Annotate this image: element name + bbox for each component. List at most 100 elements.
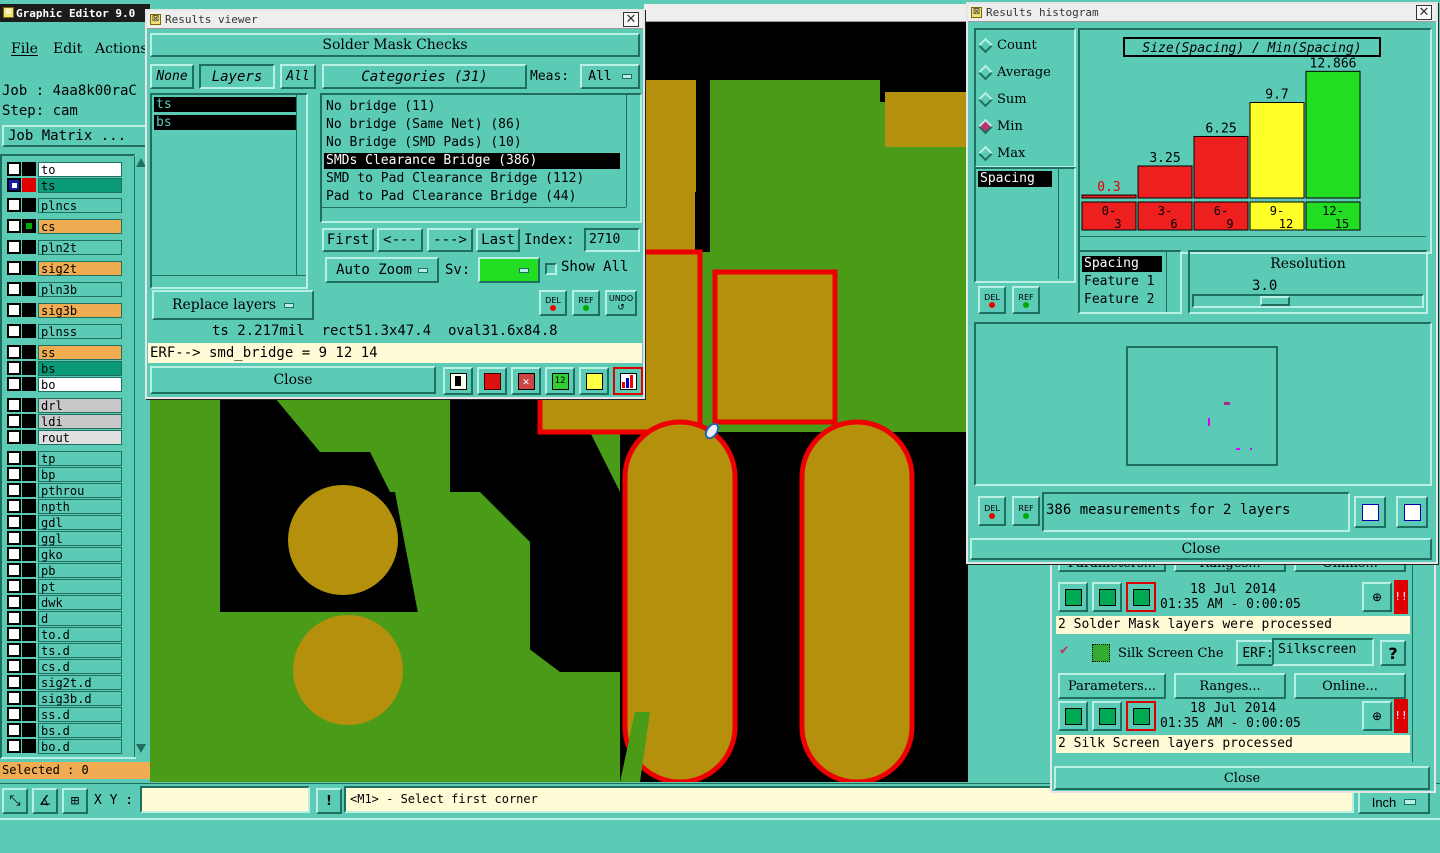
snapshot-button[interactable] [477,367,507,395]
run-action-button-2[interactable] [1092,582,1122,612]
measure-item[interactable]: Spacing [978,171,1052,187]
category-item[interactable]: SMDs Clearance Bridge (386) [324,153,620,169]
hist-ref-button[interactable]: REF [1012,286,1040,314]
layer-affected-box[interactable] [22,451,36,465]
mode-radio-average[interactable]: Average [977,63,1072,81]
alert-button[interactable]: ! [316,788,342,814]
all-button[interactable]: All [280,64,316,89]
preview-ref-button[interactable]: REF [1012,496,1040,526]
resolution-slider[interactable] [1192,294,1424,308]
layer-affected-box[interactable] [22,675,36,689]
layer-checkbox[interactable] [7,162,21,176]
layer-affected-box[interactable] [22,627,36,641]
layer-affected-box[interactable] [22,467,36,481]
histogram-bar[interactable] [1249,101,1305,199]
mode-radio-max[interactable]: Max [977,144,1072,162]
histogram-button[interactable] [613,367,643,395]
layer-affected-box[interactable] [22,563,36,577]
layers-tab[interactable]: Layers [199,64,275,89]
layer-affected-box[interactable] [22,643,36,657]
layer-row[interactable]: bo.d [6,739,122,754]
layer-checkbox[interactable] [7,483,21,497]
report-button[interactable]: 12 [545,367,575,395]
layer-checkbox[interactable] [7,451,21,465]
layer-row[interactable]: ts [6,178,122,193]
histogram-close-button[interactable]: Close [970,538,1432,560]
layer-affected-box[interactable] [22,739,36,753]
mode-radio-sum[interactable]: Sum [977,90,1072,108]
group-item[interactable]: Feature 2 [1082,292,1162,308]
layer-checkbox[interactable] [7,178,21,192]
show-all-checkbox[interactable] [545,263,557,275]
import-button[interactable] [1396,496,1428,528]
layer-affected-box[interactable] [22,430,36,444]
xy-input[interactable] [140,786,310,813]
mode-radio-count[interactable]: Count [977,36,1072,54]
layer-checkbox[interactable] [7,198,21,212]
undo-button[interactable]: UNDO ↺ [605,290,637,316]
exclude-button[interactable]: ✕ [511,367,541,395]
run-action-button[interactable] [1058,582,1088,612]
meas-select[interactable]: All [580,64,640,89]
layer-row[interactable]: to [6,162,122,177]
layer-affected-box[interactable] [22,219,36,233]
layer-row[interactable]: tp [6,451,122,466]
histogram-bar[interactable] [1137,165,1193,199]
layer-affected-box[interactable] [22,723,36,737]
layer-list-vscroll[interactable] [296,95,306,275]
categories-button[interactable]: Categories (31) [322,64,527,89]
layer-row[interactable]: bs.d [6,723,122,738]
layer-row[interactable]: sig3b [6,303,122,318]
preview-del-button[interactable]: DEL [978,496,1006,526]
layer-checkbox[interactable] [7,723,21,737]
layer-row[interactable]: plncs [6,198,122,213]
units-select[interactable]: Inch [1358,790,1430,814]
layer-checkbox[interactable] [7,414,21,428]
measure-button[interactable]: ∡ [32,788,58,814]
ranges-button[interactable]: Ranges... [1174,673,1286,699]
layer-affected-box[interactable] [22,282,36,296]
layer-row[interactable]: sig3b.d [6,691,122,706]
show-feature-button[interactable] [443,367,473,395]
menu-edit[interactable]: Edit [53,41,82,57]
slider-thumb[interactable] [1260,296,1290,306]
layer-checkbox[interactable] [7,659,21,673]
run-action-button-6[interactable] [1126,701,1156,731]
layer-affected-box[interactable] [22,515,36,529]
layer-list-hscroll[interactable] [152,275,306,287]
hist-del-button[interactable]: DEL [978,286,1006,314]
silk-check-checkbox[interactable]: ✔ [1060,643,1074,658]
erf-select[interactable]: Silkscreen [1272,638,1374,666]
first-button[interactable]: First [322,228,374,252]
category-item[interactable]: SMD to Pad Clearance Bridge (112) [324,171,620,187]
snap-grid-button[interactable]: ⊞ [62,788,88,814]
layer-affected-box[interactable] [22,611,36,625]
layer-affected-box[interactable] [22,324,36,338]
index-input[interactable]: 2710 [584,228,640,252]
layer-row[interactable]: pln2t [6,240,122,255]
layer-affected-box[interactable] [22,178,36,192]
export-button[interactable] [1354,496,1386,528]
layer-checkbox[interactable] [7,595,21,609]
measure-list-scrollbar[interactable] [1058,169,1072,279]
layer-affected-box[interactable] [22,361,36,375]
layer-checkbox[interactable] [7,579,21,593]
scroll-down-icon[interactable] [136,744,146,753]
job-matrix-button[interactable]: Job Matrix ... [2,125,148,147]
layer-affected-box[interactable] [22,261,36,275]
layer-affected-box[interactable] [22,398,36,412]
mode-radio-min[interactable]: Min [977,117,1072,135]
layer-affected-box[interactable] [22,483,36,497]
layer-affected-box[interactable] [22,579,36,593]
layer-checkbox[interactable] [7,531,21,545]
layer-row[interactable]: gko [6,547,122,562]
layer-affected-box[interactable] [22,303,36,317]
run-action-button-5[interactable] [1092,701,1122,731]
layer-affected-box[interactable] [22,345,36,359]
layer-checkbox[interactable] [7,324,21,338]
category-list-vscroll[interactable] [626,95,640,207]
layer-row[interactable]: ggl [6,531,122,546]
next-button[interactable]: ---> [427,228,473,252]
layer-row[interactable]: ss [6,345,122,360]
layer-row[interactable]: pthrou [6,483,122,498]
